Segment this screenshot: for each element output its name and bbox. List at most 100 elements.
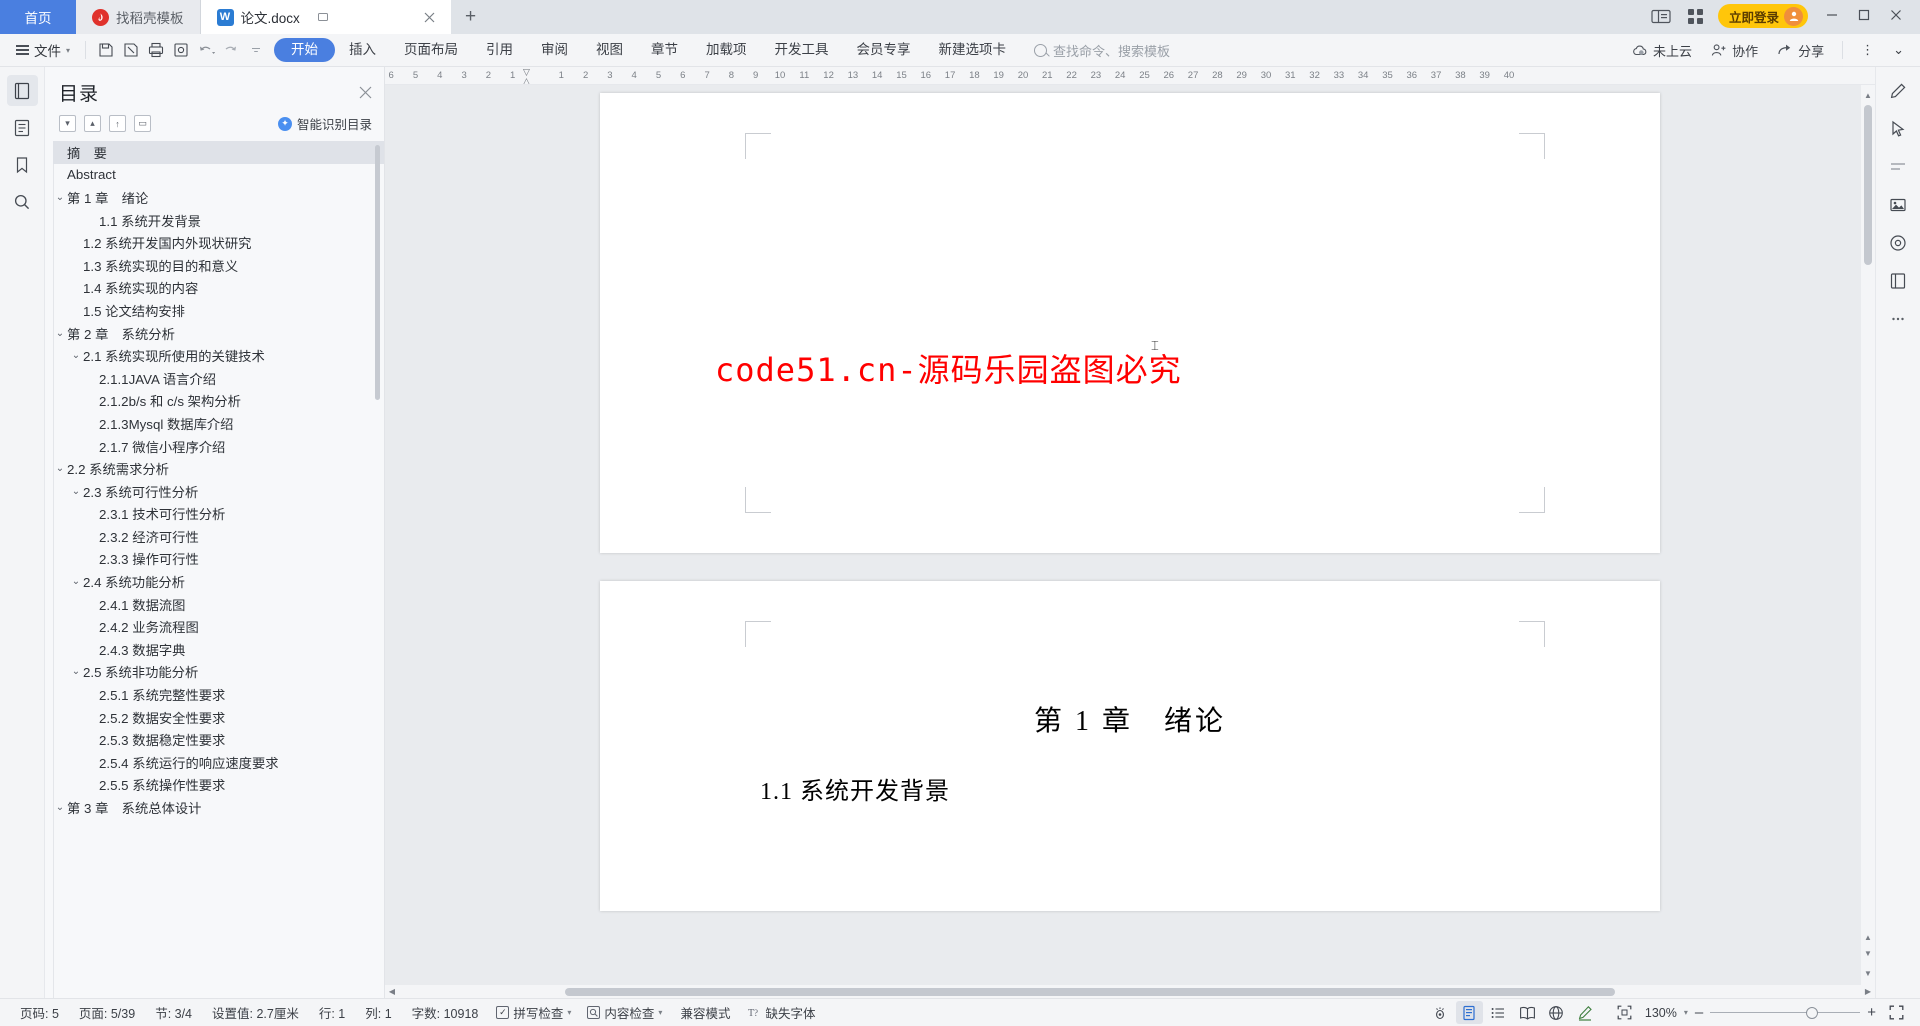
search-icon[interactable] <box>7 186 38 217</box>
share-button[interactable]: 分享 <box>1769 38 1832 63</box>
toc-item[interactable]: ⌄ 2.4 系统功能分析 <box>53 570 384 593</box>
zoom-in-button[interactable]: + <box>1867 1004 1876 1021</box>
toc-item[interactable]: 2.4.3 数据字典 <box>53 638 384 661</box>
ribbon-tab-references[interactable]: 引用 <box>472 38 527 62</box>
scroll-up-icon[interactable]: ▲ <box>1861 87 1875 103</box>
toc-item[interactable]: 2.5.2 数据安全性要求 <box>53 706 384 729</box>
toc-item[interactable]: 1.1 系统开发背景 <box>53 209 384 232</box>
shape-tool-icon[interactable] <box>1883 227 1914 258</box>
document-page-6[interactable]: 第 1 章 绪论 1.1 系统开发背景 <box>600 581 1660 911</box>
toc-list[interactable]: 摘 要 Abstract ⌄ 第 1 章 绪论 1.1 系统开发背景 1.2 系统开发国内… <box>45 141 384 998</box>
toc-item[interactable]: 2.1.1JAVA 语言介绍 <box>53 367 384 390</box>
document-page-5[interactable]: ⌶ code51.cn-源码乐园盗图必究 <box>600 93 1660 553</box>
chevron-down-icon[interactable]: ⌄ <box>53 802 67 813</box>
zoom-slider-knob[interactable] <box>1806 1006 1819 1019</box>
page-layout-icon[interactable] <box>1883 265 1914 296</box>
smart-toc-button[interactable]: ✦ 智能识别目录 <box>277 114 372 133</box>
horizontal-scrollbar[interactable]: ◀ ▶ <box>385 985 1875 998</box>
cursor-select-icon[interactable] <box>1883 113 1914 144</box>
zoom-slider[interactable] <box>1710 1006 1861 1019</box>
more-dots-icon[interactable] <box>1883 303 1914 334</box>
toc-item[interactable]: 2.5.1 系统完整性要求 <box>53 683 384 706</box>
image-tool-icon[interactable] <box>1883 189 1914 220</box>
ribbon-tab-page-layout[interactable]: 页面布局 <box>390 38 472 62</box>
highlight-icon[interactable] <box>1572 1001 1599 1024</box>
tab-home[interactable]: 首页 <box>0 0 76 34</box>
minimize-button[interactable] <box>1817 2 1847 28</box>
reading-view-icon[interactable] <box>1514 1001 1541 1024</box>
scroll-left-icon[interactable]: ◀ <box>385 987 399 996</box>
scroll-next-page-icon[interactable]: ▼ <box>1861 945 1875 961</box>
split-view-icon[interactable] <box>1648 5 1674 27</box>
scroll-prev-page-icon[interactable]: ▲ <box>1861 929 1875 945</box>
vertical-scrollbar-thumb[interactable] <box>1864 105 1872 265</box>
tab-close-icon[interactable] <box>408 12 435 23</box>
print-preview-icon[interactable] <box>168 38 193 63</box>
tab-thesis-docx[interactable]: W 论文.docx <box>200 0 451 34</box>
chevron-down-icon[interactable]: ⌄ <box>69 576 83 587</box>
ribbon-tab-member[interactable]: 会员专享 <box>843 38 925 62</box>
toc-item[interactable]: 2.1.3Mysql 数据库介绍 <box>53 412 384 435</box>
page-thumbnails-icon[interactable] <box>6 75 38 106</box>
eye-protection-icon[interactable] <box>1427 1001 1454 1024</box>
page-view-icon[interactable] <box>1455 1001 1483 1024</box>
expand-up-icon[interactable]: ▴ <box>84 115 101 132</box>
save-icon[interactable] <box>93 38 118 63</box>
toc-item[interactable]: 2.4.1 数据流图 <box>53 593 384 616</box>
chevron-down-icon[interactable]: ⌄ <box>69 486 83 497</box>
toc-item[interactable]: 1.5 论文结构安排 <box>53 299 384 322</box>
outline-view-icon[interactable] <box>1485 1001 1512 1024</box>
chevron-down-icon[interactable]: ⌄ <box>69 350 83 361</box>
contentcheck-button[interactable]: 内容检查 ▾ <box>579 1003 670 1022</box>
toc-item[interactable]: ⌄ 第 2 章 系统分析 <box>53 322 384 345</box>
web-view-icon[interactable] <box>1543 1001 1570 1024</box>
tab-docer-template[interactable]: 找稻壳模板 <box>76 0 201 34</box>
toc-item[interactable]: 2.1.2b/s 和 c/s 架构分析 <box>53 390 384 413</box>
toc-item[interactable]: ⌄ 2.5 系统非功能分析 <box>53 661 384 684</box>
toc-item[interactable]: 1.2 系统开发国内外现状研究 <box>53 231 384 254</box>
fit-page-icon[interactable] <box>1611 1001 1638 1024</box>
scroll-down-icon[interactable]: ▼ <box>1861 965 1875 981</box>
ribbon-tab-start[interactable]: 开始 <box>274 38 336 62</box>
print-icon[interactable] <box>143 38 168 63</box>
toc-item[interactable]: 2.5.3 数据稳定性要求 <box>53 728 384 751</box>
vertical-scrollbar[interactable]: ▲ ▲ ▼ ▼ <box>1861 85 1875 985</box>
toc-item[interactable]: ⌄ 第 1 章 绪论 <box>53 186 384 209</box>
collapse-all-icon[interactable]: ▾ <box>59 115 76 132</box>
ribbon-tab-insert[interactable]: 插入 <box>335 38 390 62</box>
ribbon-more-button[interactable]: ⋮ <box>1853 38 1882 63</box>
ribbon-tab-addins[interactable]: 加载项 <box>692 38 761 62</box>
toc-item[interactable]: 2.1.7 微信小程序介绍 <box>53 435 384 458</box>
horizontal-scrollbar-thumb[interactable] <box>565 987 1615 996</box>
grid-view-icon[interactable] <box>1683 5 1709 27</box>
toc-item[interactable]: 2.5.5 系统操作性要求 <box>53 774 384 797</box>
ribbon-tab-view[interactable]: 视图 <box>582 38 637 62</box>
command-search[interactable]: 查找命令、搜索模板 <box>1034 41 1170 60</box>
toc-close-icon[interactable] <box>359 86 372 99</box>
toc-scrollbar[interactable] <box>375 145 380 400</box>
new-tab-button[interactable]: + <box>450 0 491 34</box>
missing-font-button[interactable]: T? 缺失字体 <box>740 1003 823 1022</box>
toc-item[interactable]: ⌄ 第 3 章 系统总体设计 <box>53 796 384 819</box>
chevron-down-icon[interactable]: ▾ <box>1684 1008 1688 1017</box>
chevron-down-icon[interactable]: ⌄ <box>53 328 67 339</box>
scroll-right-icon[interactable]: ▶ <box>1861 987 1875 996</box>
document-scroll-area[interactable]: ⌶ code51.cn-源码乐园盗图必究 第 1 章 绪论 1.1 系统开发背景… <box>385 85 1875 985</box>
toc-item[interactable]: 2.3.1 技术可行性分析 <box>53 503 384 526</box>
toc-item[interactable]: ⌄ 2.3 系统可行性分析 <box>53 480 384 503</box>
collaborate-button[interactable]: 协作 <box>1703 38 1766 63</box>
pen-edit-icon[interactable] <box>1883 75 1914 106</box>
toc-item[interactable]: 2.5.4 系统运行的响应速度要求 <box>53 751 384 774</box>
chevron-down-icon[interactable]: ⌄ <box>53 463 67 474</box>
ribbon-collapse-button[interactable]: ⌄ <box>1885 38 1912 63</box>
close-button[interactable] <box>1881 2 1911 28</box>
ribbon-tab-developer[interactable]: 开发工具 <box>761 38 843 62</box>
save-as-icon[interactable] <box>118 38 143 63</box>
file-menu-button[interactable]: 文件 ▾ <box>8 37 78 63</box>
divider-icon[interactable] <box>1883 151 1914 182</box>
toc-item[interactable]: 1.3 系统实现的目的和意义 <box>53 254 384 277</box>
chevron-down-icon[interactable]: ⌄ <box>53 192 67 203</box>
ribbon-tab-new-tab[interactable]: 新建选项卡 <box>925 38 1021 62</box>
toc-item[interactable]: 1.4 系统实现的内容 <box>53 277 384 300</box>
customize-quick-access-icon[interactable] <box>243 38 268 63</box>
